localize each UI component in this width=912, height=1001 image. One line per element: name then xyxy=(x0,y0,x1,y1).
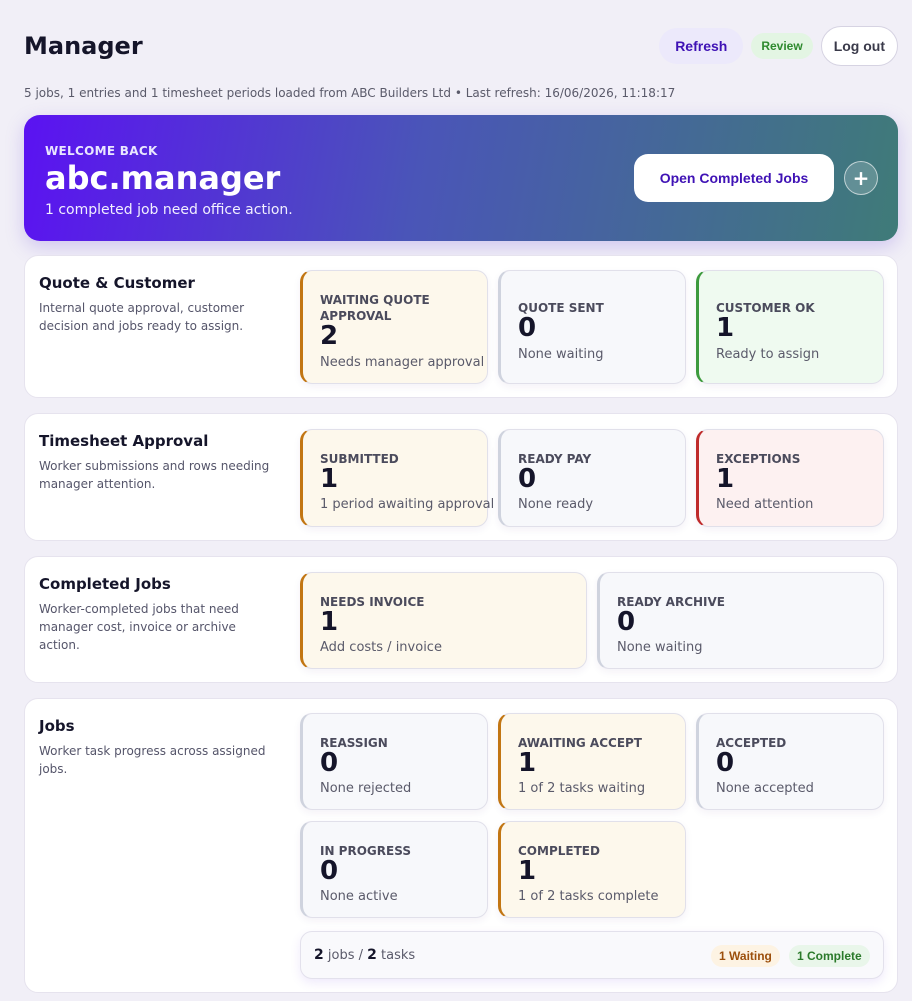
welcome-banner: WELCOME BACK abc.manager 1 completed job… xyxy=(24,115,898,241)
in-progress-card[interactable]: IN PROGRESS 0 None active xyxy=(300,821,488,918)
card-note: None ready xyxy=(518,497,594,512)
header-actions: Refresh Review Log out xyxy=(659,26,898,66)
card-note: 1 period awaiting approval xyxy=(320,497,495,512)
card-label: READY PAY xyxy=(518,452,592,466)
card-note: Need attention xyxy=(716,497,814,512)
reassign-card[interactable]: REASSIGN 0 None rejected xyxy=(300,713,488,810)
card-label: COMPLETED xyxy=(518,844,600,858)
section-description: Worker submissions and rows needing mana… xyxy=(39,459,270,491)
summary-text: 2 jobs / 2 tasks xyxy=(314,947,415,963)
card-label: AWAITING ACCEPT xyxy=(518,736,642,750)
accepted-card[interactable]: ACCEPTED 0 None accepted xyxy=(696,713,884,810)
card-note: Add costs / invoice xyxy=(320,640,442,655)
section-description: Worker-completed jobs that need manager … xyxy=(39,602,239,652)
card-note: None waiting xyxy=(518,347,604,362)
jobs-label: jobs / xyxy=(327,948,363,963)
card-value: 1 xyxy=(320,607,339,637)
ready-archive-card[interactable]: READY ARCHIVE 0 None waiting xyxy=(597,572,884,669)
page-header: Manager Refresh Review Log out xyxy=(24,26,898,68)
tasks-count: 2 xyxy=(367,947,377,963)
review-badge[interactable]: Review xyxy=(751,33,813,59)
ready-pay-card[interactable]: READY PAY 0 None ready xyxy=(498,429,686,527)
awaiting-accept-card[interactable]: AWAITING ACCEPT 1 1 of 2 tasks waiting xyxy=(498,713,686,810)
jobs-task-summary: 2 jobs / 2 tasks 1 Waiting 1 Complete xyxy=(300,931,884,979)
waiting-quote-approval-card[interactable]: WAITING QUOTE APPROVAL 2 Needs manager a… xyxy=(300,270,488,384)
card-value: 1 xyxy=(716,464,735,494)
quote-customer-section: Quote & Customer Internal quote approval… xyxy=(24,255,898,398)
card-label: ACCEPTED xyxy=(716,736,787,750)
completed-jobs-section: Completed Jobs Worker-completed jobs tha… xyxy=(24,556,898,683)
card-note: None rejected xyxy=(320,781,412,796)
card-value: 1 xyxy=(716,313,735,343)
section-description: Worker task progress across assigned job… xyxy=(39,744,266,776)
section-title: Quote & Customer xyxy=(39,274,195,292)
plus-icon[interactable]: + xyxy=(844,161,878,195)
card-value: 1 xyxy=(518,748,537,778)
card-label: WAITING QUOTE APPROVAL xyxy=(320,293,430,323)
card-note: 1 of 2 tasks waiting xyxy=(518,781,646,796)
card-value: 0 xyxy=(518,464,537,494)
section-title: Jobs xyxy=(39,717,75,735)
page-title: Manager xyxy=(24,32,143,60)
card-note: None accepted xyxy=(716,781,814,796)
card-value: 0 xyxy=(518,313,537,343)
card-label: IN PROGRESS xyxy=(320,844,411,858)
card-label: CUSTOMER OK xyxy=(716,301,815,315)
section-title: Completed Jobs xyxy=(39,575,171,593)
card-value: 2 xyxy=(320,321,339,351)
card-label: QUOTE SENT xyxy=(518,301,604,315)
logout-button[interactable]: Log out xyxy=(820,26,898,66)
complete-badge: 1 Complete xyxy=(789,945,870,967)
card-value: 0 xyxy=(320,748,339,778)
card-note: Needs manager approval xyxy=(320,355,485,370)
jobs-count: 2 xyxy=(314,947,324,963)
timesheet-approval-section: Timesheet Approval Worker submissions an… xyxy=(24,413,898,541)
card-label: EXCEPTIONS xyxy=(716,452,801,466)
card-label: REASSIGN xyxy=(320,736,388,750)
customer-ok-card[interactable]: CUSTOMER OK 1 Ready to assign xyxy=(696,270,884,384)
card-note: 1 of 2 tasks complete xyxy=(518,889,659,904)
welcome-eyebrow: WELCOME BACK xyxy=(45,144,158,158)
tasks-label: tasks xyxy=(381,948,416,963)
quote-sent-card[interactable]: QUOTE SENT 0 None waiting xyxy=(498,270,686,384)
card-value: 1 xyxy=(518,856,537,886)
load-status-text: 5 jobs, 1 entries and 1 timesheet period… xyxy=(24,86,676,100)
card-label: READY ARCHIVE xyxy=(617,595,726,609)
card-value: 0 xyxy=(716,748,735,778)
card-label: SUBMITTED xyxy=(320,452,399,466)
card-label: NEEDS INVOICE xyxy=(320,595,425,609)
submitted-card[interactable]: SUBMITTED 1 1 period awaiting approval xyxy=(300,429,494,527)
jobs-section: Jobs Worker task progress across assigne… xyxy=(24,698,898,993)
card-note: None waiting xyxy=(617,640,703,655)
open-completed-jobs-button[interactable]: Open Completed Jobs xyxy=(634,154,834,202)
needs-invoice-card[interactable]: NEEDS INVOICE 1 Add costs / invoice xyxy=(300,572,587,669)
card-value: 0 xyxy=(617,607,636,637)
card-note: Ready to assign xyxy=(716,347,820,362)
section-title: Timesheet Approval xyxy=(39,432,209,450)
action-summary-message: 1 completed job need office action. xyxy=(45,202,293,218)
refresh-button[interactable]: Refresh xyxy=(659,28,744,64)
completed-card[interactable]: COMPLETED 1 1 of 2 tasks complete xyxy=(498,821,686,918)
section-description: Internal quote approval, customer decisi… xyxy=(39,301,245,333)
waiting-badge: 1 Waiting xyxy=(711,945,780,967)
card-value: 1 xyxy=(320,464,339,494)
username-heading: abc.manager xyxy=(45,159,281,197)
card-note: None active xyxy=(320,889,398,904)
exceptions-card[interactable]: EXCEPTIONS 1 Need attention xyxy=(696,429,884,527)
card-value: 0 xyxy=(320,856,339,886)
